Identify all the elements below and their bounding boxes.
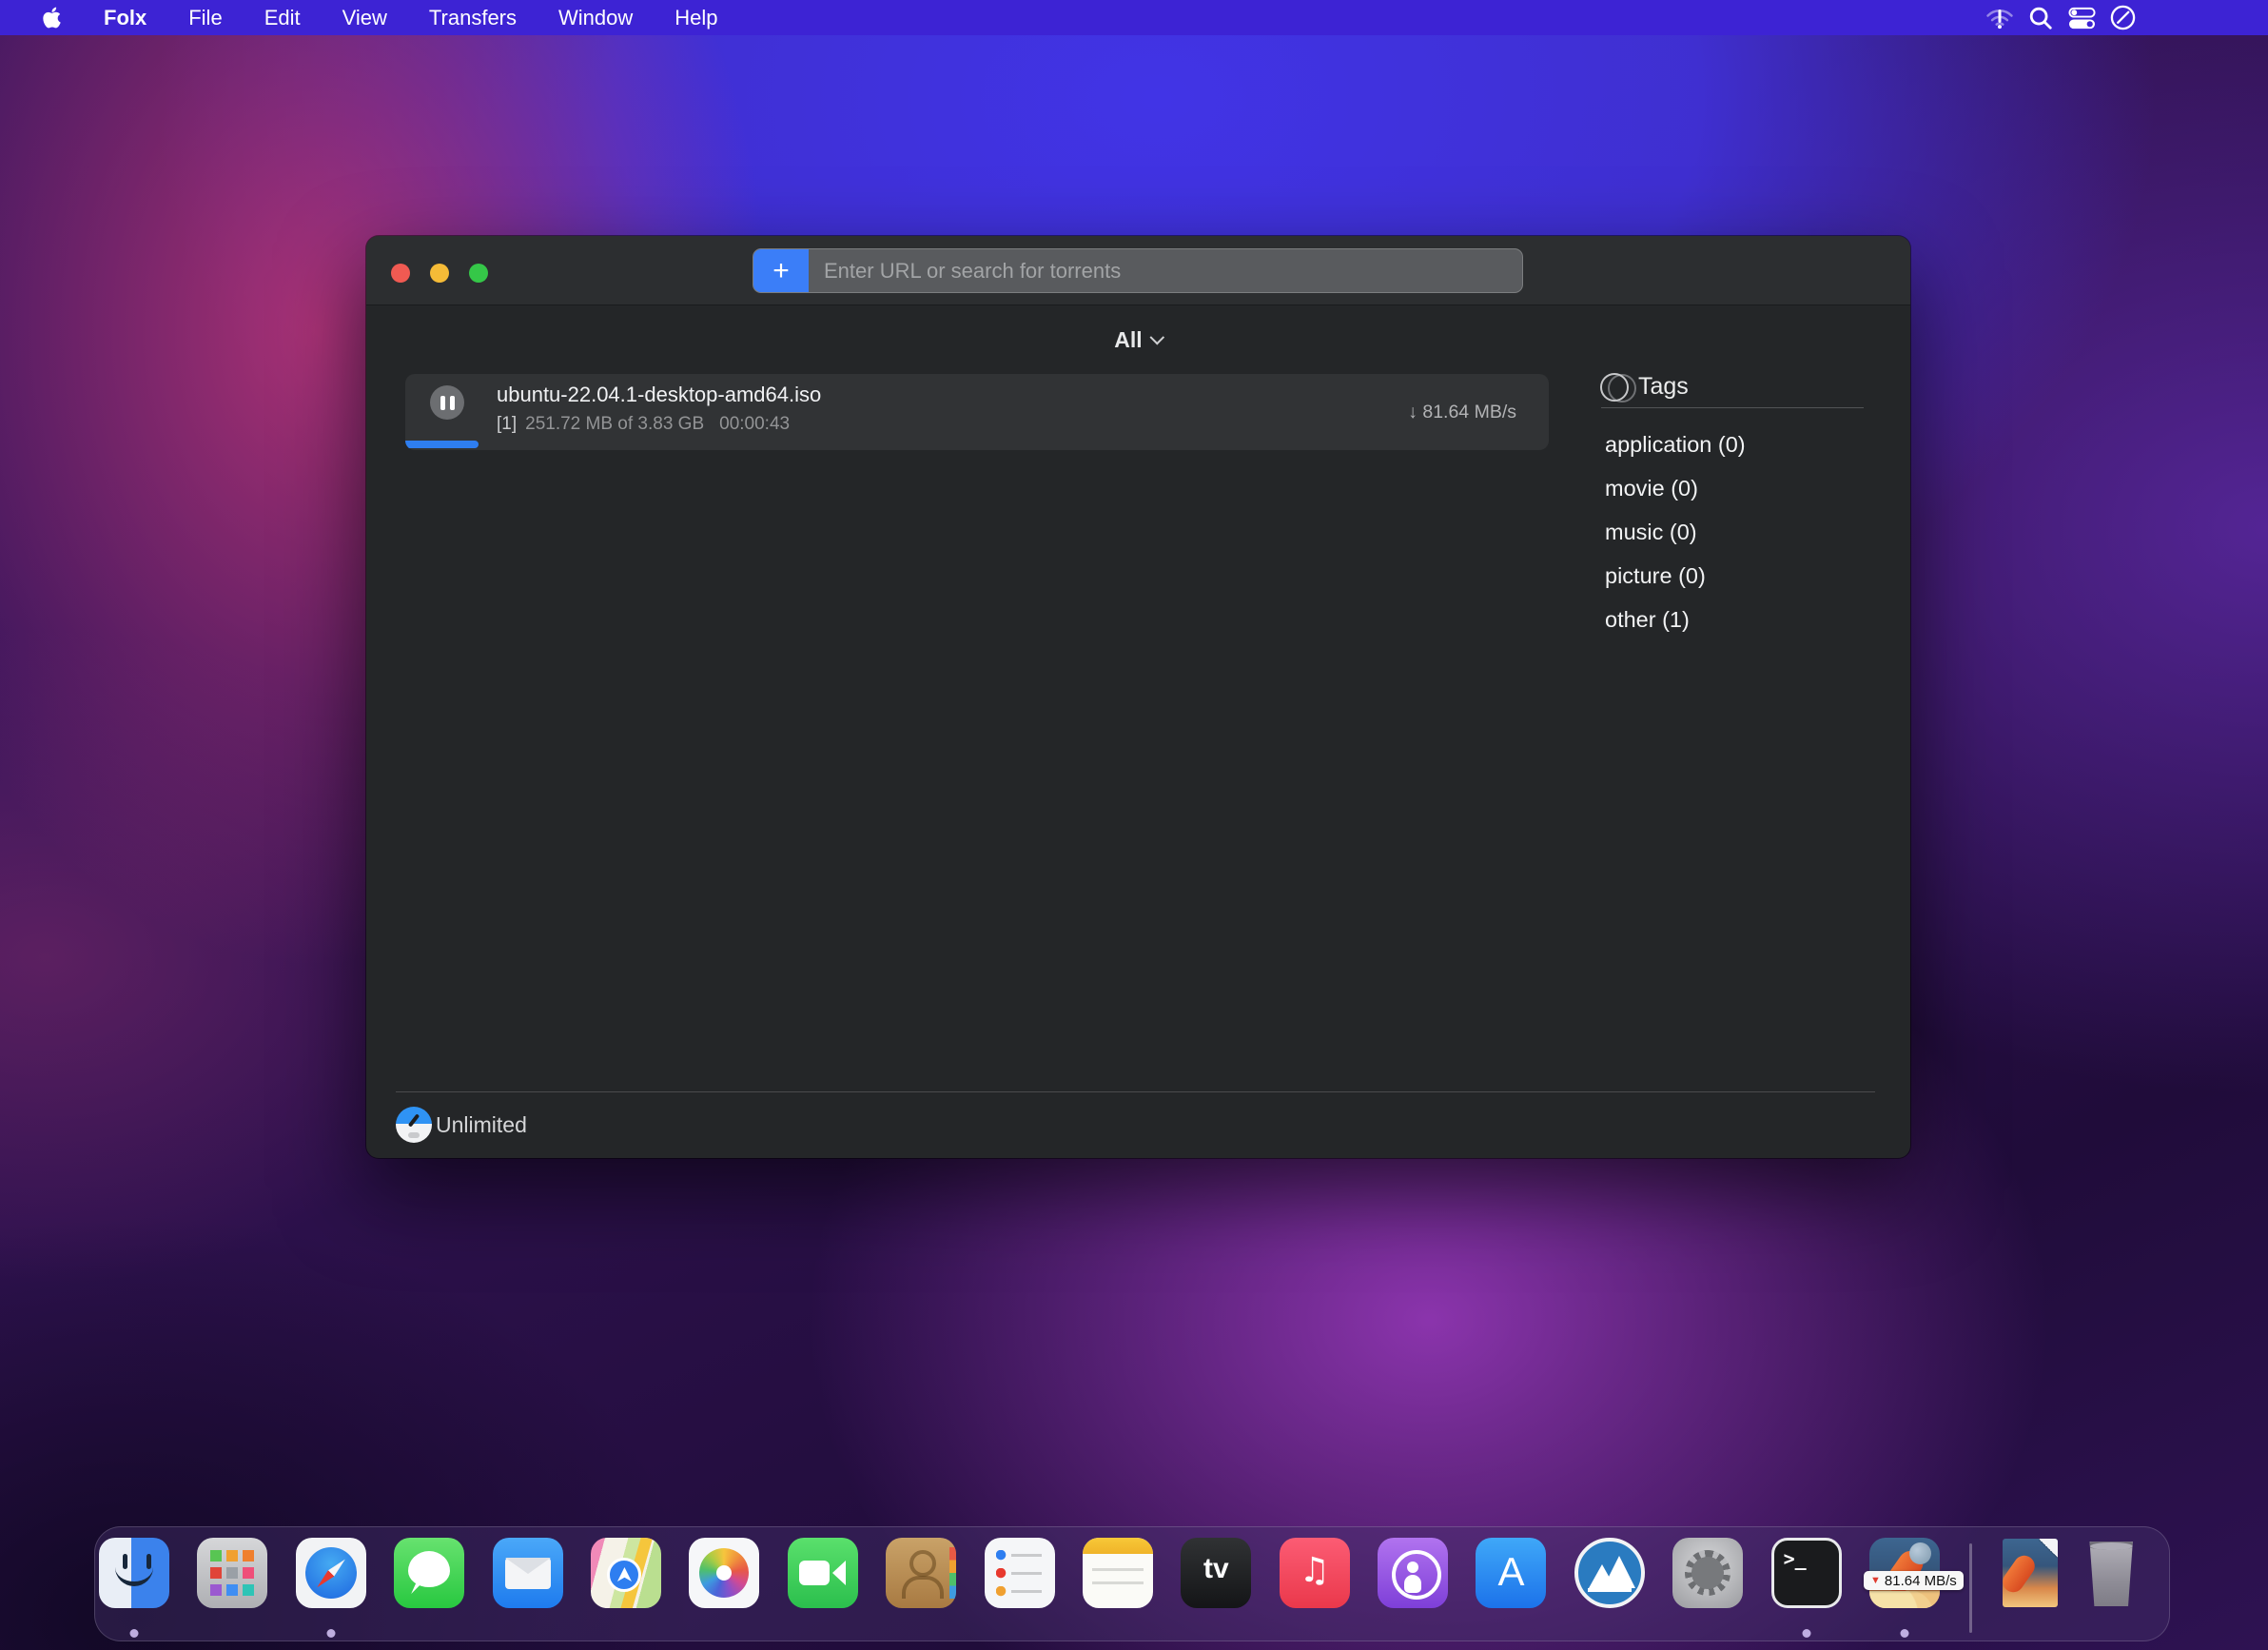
menu-item-view[interactable]: View (342, 6, 387, 30)
photos-icon (689, 1538, 759, 1608)
terminal-icon (1771, 1538, 1842, 1608)
download-details: [1] 251.72 MB of 3.83 GB 00:00:43 (497, 414, 790, 435)
launchpad-icon (197, 1538, 267, 1608)
apple-menu-icon[interactable] (42, 6, 62, 29)
dock-appstore[interactable] (1476, 1538, 1546, 1608)
pause-button[interactable] (430, 385, 464, 420)
download-size: 251.72 MB of 3.83 GB (525, 414, 704, 434)
chevron-down-icon (1149, 330, 1164, 345)
dock-terminal[interactable] (1771, 1538, 1842, 1608)
notes-icon (1083, 1538, 1153, 1608)
close-button[interactable] (391, 264, 410, 283)
queue-badge: [1] (497, 414, 517, 434)
dock-mail[interactable] (493, 1538, 563, 1608)
dock: ▼81.64 MB/s (94, 1526, 2170, 1641)
add-url-button[interactable]: + (753, 249, 809, 292)
menu-status-icons (1985, 0, 2137, 35)
dock-notes[interactable] (1083, 1538, 1153, 1608)
download-speed: ↓ 81.64 MB/s (1408, 374, 1516, 450)
folx-speed-badge: ▼81.64 MB/s (1864, 1571, 1964, 1590)
pause-icon (440, 396, 445, 410)
tag-item-music[interactable]: music (0) (1605, 510, 1881, 554)
tag-item-other[interactable]: other (1) (1605, 598, 1881, 641)
menu-item-folx[interactable]: Folx (104, 6, 147, 30)
footer-divider (396, 1091, 1875, 1092)
dock-maps[interactable] (591, 1538, 661, 1608)
control-center-icon[interactable] (2067, 4, 2096, 32)
dock-torrentfile[interactable] (2003, 1538, 2058, 1607)
folx-window: + All ubuntu-22.04.1-desktop-amd64.iso [… (366, 236, 1910, 1158)
minimize-button[interactable] (430, 264, 449, 283)
tags-title: Tags (1638, 373, 1689, 401)
window-toolbar: + (366, 236, 1910, 305)
dock-folx[interactable]: ▼81.64 MB/s (1869, 1538, 1940, 1608)
tag-item-picture[interactable]: picture (0) (1605, 554, 1881, 598)
reminders-icon (985, 1538, 1055, 1608)
url-search-bar: + (753, 248, 1523, 293)
safari-icon (296, 1538, 366, 1608)
menu-bar: Folx File Edit View Transfers Window Help (0, 0, 2268, 35)
speedometer-icon (396, 1107, 432, 1143)
dock-finder[interactable] (99, 1538, 169, 1608)
speed-limit-indicator[interactable]: Unlimited (396, 1107, 527, 1143)
mail-icon (493, 1538, 563, 1608)
dock-facetime[interactable] (788, 1538, 858, 1608)
tags-divider (1601, 407, 1864, 408)
dock-launchpad[interactable] (197, 1538, 267, 1608)
menu-item-help[interactable]: Help (675, 6, 717, 30)
dock-settings[interactable] (1672, 1538, 1743, 1608)
menu-items: Folx File Edit View Transfers Window Help (0, 6, 718, 30)
download-name: ubuntu-22.04.1-desktop-amd64.iso (497, 383, 821, 407)
dock-photos[interactable] (689, 1538, 759, 1608)
progress-bar (405, 441, 479, 448)
facetime-icon (788, 1538, 858, 1608)
dock-contacts[interactable] (886, 1538, 956, 1608)
dock-divider (1969, 1543, 1972, 1633)
zoom-button[interactable] (469, 264, 488, 283)
mountain-icon (1574, 1538, 1645, 1608)
appletv-icon (1181, 1538, 1251, 1608)
dock-podcasts[interactable] (1378, 1538, 1448, 1608)
tag-item-application[interactable]: application (0) (1605, 422, 1881, 466)
dock-safari[interactable] (296, 1538, 366, 1608)
menu-item-file[interactable]: File (188, 6, 222, 30)
dock-music[interactable] (1280, 1538, 1350, 1608)
tag-item-movie[interactable]: movie (0) (1605, 466, 1881, 510)
filter-label: All (1114, 327, 1142, 353)
search-input[interactable] (809, 249, 1522, 292)
dock-reminders[interactable] (985, 1538, 1055, 1608)
settings-icon (1672, 1538, 1743, 1608)
download-time: 00:00:43 (719, 414, 790, 434)
desktop: Folx File Edit View Transfers Window Help (0, 0, 2268, 1650)
filter-dropdown[interactable]: All (1114, 327, 1162, 353)
finder-icon (99, 1538, 169, 1608)
dock-appletv[interactable] (1181, 1538, 1251, 1608)
podcasts-icon (1378, 1538, 1448, 1608)
download-row[interactable]: ubuntu-22.04.1-desktop-amd64.iso [1] 251.… (405, 374, 1549, 450)
contacts-icon (886, 1538, 956, 1608)
speed-limit-label: Unlimited (436, 1112, 527, 1138)
dock-mountain[interactable] (1574, 1538, 1645, 1608)
menu-item-window[interactable]: Window (558, 6, 633, 30)
maps-icon (591, 1538, 661, 1608)
tags-list: application (0)movie (0)music (0)picture… (1605, 422, 1881, 641)
torrentfile-icon (2003, 1539, 2058, 1607)
menu-item-transfers[interactable]: Transfers (429, 6, 517, 30)
search-icon[interactable] (2026, 4, 2055, 32)
dock-trash[interactable] (2085, 1538, 2137, 1606)
menu-item-edit[interactable]: Edit (264, 6, 301, 30)
wifi-alert-icon[interactable] (1985, 4, 2014, 32)
clock-icon[interactable] (2108, 4, 2137, 32)
tags-icon (1600, 373, 1640, 403)
messages-icon (394, 1538, 464, 1608)
appstore-icon (1476, 1538, 1546, 1608)
dock-messages[interactable] (394, 1538, 464, 1608)
music-icon (1280, 1538, 1350, 1608)
trash-icon (2085, 1540, 2137, 1606)
